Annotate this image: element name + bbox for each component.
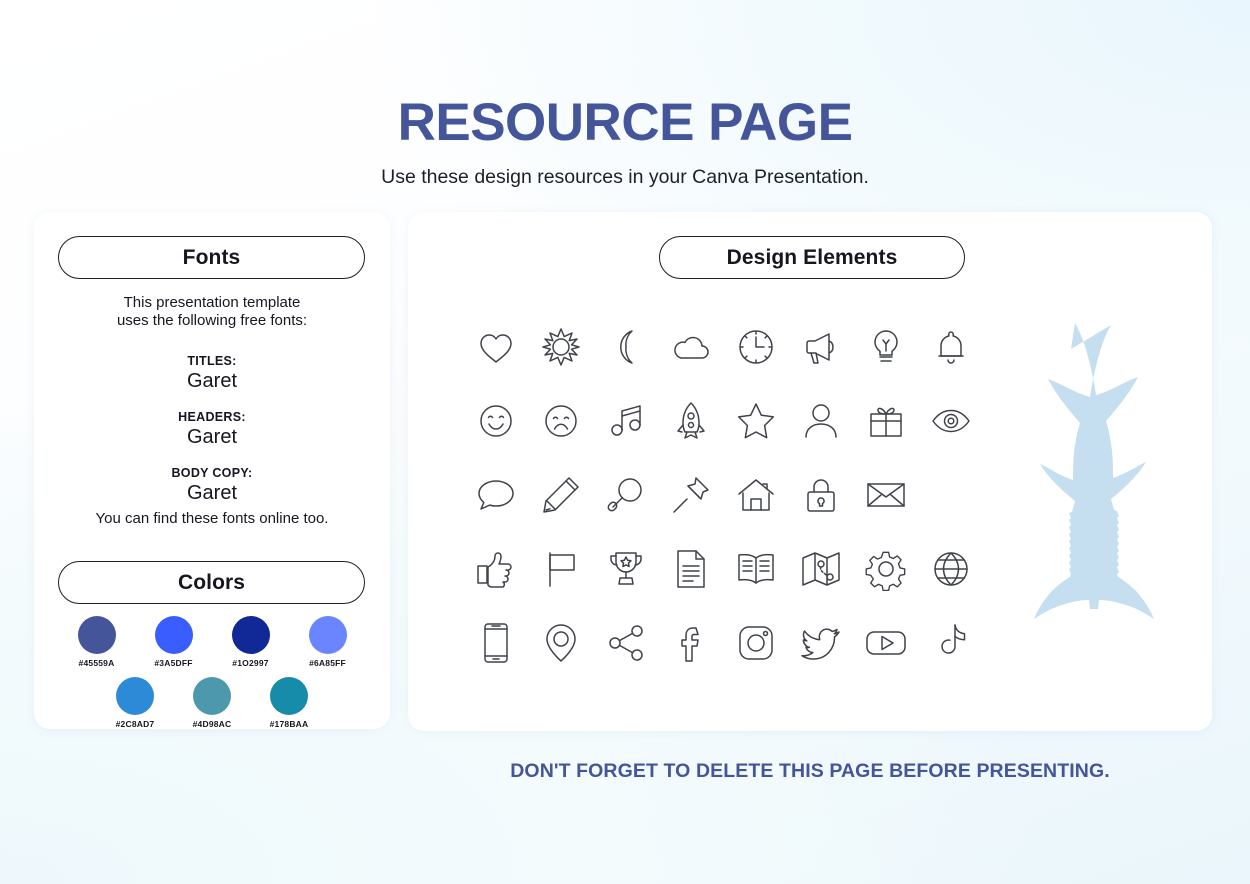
color-hex-label: #2C8AD7 (115, 719, 155, 729)
youtube-icon[interactable] (853, 613, 918, 673)
tuna-fish-silhouette (1028, 322, 1198, 682)
fonts-intro-text: This presentation template uses the foll… (34, 294, 390, 330)
twitter-icon[interactable] (788, 613, 853, 673)
page-title: RESOURCE PAGE (397, 93, 853, 152)
color-dot (193, 677, 231, 715)
pencil-icon[interactable] (528, 465, 593, 525)
icon-row (463, 532, 983, 606)
person-icon[interactable] (788, 391, 853, 451)
gift-icon[interactable] (853, 391, 918, 451)
flag-icon[interactable] (528, 539, 593, 599)
pushpin-icon[interactable] (658, 465, 723, 525)
icon-row (463, 310, 983, 384)
color-swatch: #2C8AD7 (97, 677, 174, 729)
globe-icon[interactable] (918, 539, 983, 599)
color-swatch: #45559A (58, 616, 135, 668)
font-family-name: Garet (186, 426, 238, 448)
open-book-icon[interactable] (723, 539, 788, 599)
bell-icon[interactable] (918, 317, 983, 377)
star-icon[interactable] (723, 391, 788, 451)
cloud-icon[interactable] (658, 317, 723, 377)
color-swatch: #178BAA (251, 677, 328, 729)
share-icon[interactable] (593, 613, 658, 673)
font-role-label: TITLES: (187, 354, 237, 368)
phone-icon[interactable] (463, 613, 528, 673)
page-header: RESOURCE PAGE Use these design resources… (0, 92, 1250, 190)
design-elements-section-label: Design Elements (726, 245, 898, 269)
color-swatch: #1O2997 (212, 616, 289, 668)
color-hex-label: #178BAA (269, 719, 309, 729)
font-role-label: BODY COPY: (171, 466, 253, 480)
color-hex-label: #3A5DFF (154, 658, 193, 668)
lightbulb-icon[interactable] (853, 317, 918, 377)
gear-icon[interactable] (853, 539, 918, 599)
eye-icon[interactable] (918, 391, 983, 451)
instagram-icon[interactable] (723, 613, 788, 673)
fonts-and-colors-card: Fonts This presentation template uses th… (34, 212, 390, 729)
font-role-list: TITLES: Garet HEADERS: Garet BODY COPY: … (34, 354, 390, 522)
color-dot (77, 616, 116, 654)
moon-icon[interactable] (593, 317, 658, 377)
location-pin-icon[interactable] (528, 613, 593, 673)
font-role-titles: TITLES: Garet (34, 354, 390, 394)
color-swatch-row: #45559A #3A5DFF #1O2997 #6A85FF (34, 616, 390, 668)
icon-grid (463, 310, 983, 680)
icon-row (463, 458, 983, 532)
color-dot (308, 616, 347, 654)
envelope-icon[interactable] (853, 465, 918, 525)
font-role-label: HEADERS: (178, 410, 246, 424)
font-family-name: Garet (186, 482, 238, 504)
smiley-face-icon[interactable] (463, 391, 528, 451)
music-note-icon[interactable] (593, 391, 658, 451)
sad-face-icon[interactable] (528, 391, 593, 451)
facebook-icon[interactable] (658, 613, 723, 673)
fonts-section-header: Fonts (58, 236, 365, 279)
color-swatch-row: #2C8AD7 #4D98AC #178BAA (34, 677, 390, 729)
document-icon[interactable] (658, 539, 723, 599)
color-hex-label: #6A85FF (309, 658, 346, 668)
color-swatch: #4D98AC (174, 677, 251, 729)
rocket-icon[interactable] (658, 391, 723, 451)
color-dot (116, 677, 154, 715)
trophy-icon[interactable] (593, 539, 658, 599)
font-family-name: Garet (186, 370, 238, 392)
color-swatch: #6A85FF (289, 616, 366, 668)
design-elements-card: Design Elements (408, 212, 1212, 731)
colors-section-label: Colors (177, 570, 246, 594)
speech-bubble-icon[interactable] (463, 465, 528, 525)
color-swatch: #3A5DFF (135, 616, 212, 668)
heart-icon[interactable] (463, 317, 528, 377)
megaphone-icon[interactable] (788, 317, 853, 377)
fonts-intro-line-1: This presentation template (123, 294, 301, 311)
colors-section-header: Colors (58, 561, 365, 604)
fonts-intro-line-2: uses the following free fonts: (116, 312, 308, 329)
lock-icon[interactable] (788, 465, 853, 525)
clock-icon[interactable] (723, 317, 788, 377)
tiktok-icon[interactable] (918, 613, 983, 673)
magnifier-icon[interactable] (593, 465, 658, 525)
color-dot (154, 616, 193, 654)
house-icon[interactable] (723, 465, 788, 525)
icon-row (463, 384, 983, 458)
design-elements-section-header: Design Elements (659, 236, 965, 279)
color-hex-label: #45559A (78, 658, 115, 668)
color-hex-label: #1O2997 (232, 658, 269, 668)
page-subtitle: Use these design resources in your Canva… (381, 166, 869, 188)
sun-icon[interactable] (528, 317, 593, 377)
color-dot (231, 616, 270, 654)
resource-page-slide: RESOURCE PAGE Use these design resources… (0, 0, 1250, 884)
fonts-outro-text: You can find these fonts online too. (95, 510, 329, 527)
map-icon[interactable] (788, 539, 853, 599)
color-hex-label: #4D98AC (192, 719, 232, 729)
font-role-body-copy: BODY COPY: Garet (34, 466, 390, 506)
fonts-section-label: Fonts (182, 245, 241, 269)
icon-row (463, 606, 983, 680)
footer-reminder-note: DON'T FORGET TO DELETE THIS PAGE BEFORE … (510, 760, 1110, 782)
color-dot (270, 677, 308, 715)
thumbs-up-icon[interactable] (463, 539, 528, 599)
font-role-headers: HEADERS: Garet (34, 410, 390, 450)
